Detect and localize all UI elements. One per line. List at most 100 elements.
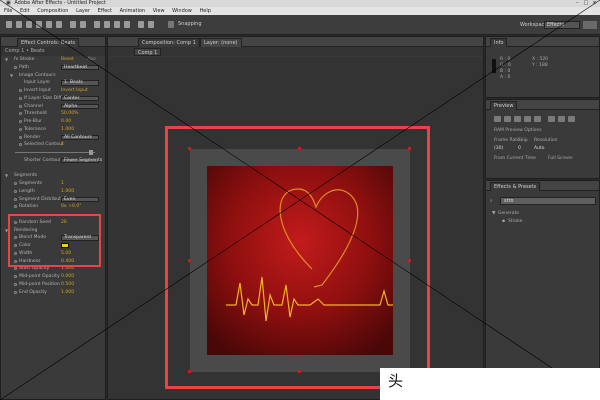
brush-tool-icon[interactable] <box>104 21 110 28</box>
menu-effect[interactable]: Effect <box>98 8 112 14</box>
property-dropdown[interactable]: 1. Beats <box>61 80 99 86</box>
property-value[interactable]: 1 <box>61 180 64 188</box>
from-current-time-checkbox[interactable]: From Current Time <box>494 156 536 161</box>
stopwatch-icon[interactable] <box>14 275 17 278</box>
type-tool-icon[interactable] <box>94 21 100 28</box>
rotate-tool-icon[interactable] <box>36 21 42 28</box>
stopwatch-icon[interactable] <box>19 104 22 108</box>
stopwatch-icon[interactable] <box>19 112 22 116</box>
menu-window[interactable]: Window <box>172 8 192 14</box>
menu-view[interactable]: View <box>153 8 165 14</box>
tab-preview[interactable]: Preview <box>490 101 518 110</box>
audio-button[interactable] <box>548 116 555 122</box>
zoom-tool-icon[interactable] <box>26 21 32 28</box>
resolution-select[interactable]: Auto <box>534 146 544 151</box>
prev-frame-button[interactable] <box>504 116 511 122</box>
stopwatch-icon[interactable] <box>14 267 17 271</box>
frame-rate-select[interactable]: (30) <box>494 146 503 151</box>
property-dropdown[interactable]: All Contours <box>61 134 99 140</box>
tab-info[interactable]: Info <box>490 38 508 47</box>
next-frame-button[interactable] <box>524 116 531 122</box>
property-value[interactable]: 1.000 <box>61 289 74 297</box>
stopwatch-icon[interactable] <box>14 65 17 69</box>
puppet-tool-icon[interactable] <box>148 21 154 28</box>
stopwatch-icon[interactable] <box>14 282 17 286</box>
menu-file[interactable]: File <box>4 8 12 14</box>
ram-preview-button[interactable] <box>568 116 575 122</box>
tab-effect-controls[interactable]: Effect Controls: Beats <box>17 38 80 47</box>
hand-tool-icon[interactable] <box>16 21 22 28</box>
shape-tool-icon[interactable] <box>70 21 76 28</box>
slider-track[interactable] <box>15 152 95 153</box>
full-screen-checkbox[interactable]: Full Screen <box>548 156 573 161</box>
property-value[interactable]: Invert Input <box>61 87 88 95</box>
stopwatch-icon[interactable] <box>19 135 22 139</box>
property-value[interactable]: 0x +0.0° <box>61 203 82 211</box>
about-link[interactable]: Abo <box>87 56 96 64</box>
property-row: End Opacity 1.000 <box>1 289 105 297</box>
camera-tool-icon[interactable] <box>46 21 52 28</box>
menu-layer[interactable]: Layer <box>76 8 90 14</box>
menu-animation[interactable]: Animation <box>120 8 146 14</box>
comp-1-subtab[interactable]: Comp 1 <box>134 48 162 56</box>
property-value[interactable]: 0.00 <box>61 118 71 126</box>
property-label: Length <box>19 188 35 194</box>
property-value[interactable]: 50.00% <box>61 110 79 118</box>
menu-edit[interactable]: Edit <box>20 8 30 14</box>
stopwatch-icon[interactable] <box>19 89 22 92</box>
property-dropdown[interactable]: Even <box>61 196 99 202</box>
tab-effects-presets[interactable]: Effects & Presets <box>490 182 541 191</box>
pen-tool-icon[interactable] <box>80 21 86 28</box>
snapping-checkbox[interactable] <box>168 21 174 28</box>
maximize-button[interactable]: □ <box>582 0 589 7</box>
stopwatch-icon[interactable] <box>14 205 17 209</box>
stopwatch-icon[interactable] <box>19 96 22 100</box>
stopwatch-icon[interactable] <box>19 120 22 123</box>
stopwatch-icon[interactable] <box>14 290 17 294</box>
contour-slider[interactable] <box>1 149 105 157</box>
workspace-select[interactable]: Effects <box>544 21 580 29</box>
category-generate[interactable]: Generate <box>498 211 519 216</box>
disclosure-triangle-icon[interactable]: ▼ <box>5 56 8 64</box>
disclosure-triangle-icon[interactable]: ▼ <box>5 172 8 180</box>
property-dropdown[interactable]: Center <box>61 95 99 102</box>
minimize-button[interactable]: – <box>574 0 581 7</box>
stopwatch-icon[interactable] <box>19 143 22 147</box>
tab-composition[interactable]: Composition: Comp 1 <box>138 38 200 47</box>
clone-stamp-tool-icon[interactable] <box>114 21 120 28</box>
first-frame-button[interactable] <box>494 116 501 122</box>
tab-layer[interactable]: Layer: (none) <box>200 38 242 47</box>
property-value[interactable]: 0.000 <box>61 273 74 281</box>
slider-knob[interactable] <box>89 150 93 155</box>
menu-help[interactable]: Help <box>199 8 210 14</box>
stopwatch-icon[interactable] <box>14 197 17 201</box>
last-frame-button[interactable] <box>534 116 541 122</box>
property-dropdown[interactable]: Alpha <box>61 103 99 109</box>
close-button[interactable]: × <box>591 0 598 7</box>
menu-composition[interactable]: Composition <box>37 8 68 14</box>
stopwatch-icon[interactable] <box>19 127 22 131</box>
disclosure-triangle-icon[interactable]: ▼ <box>10 72 13 80</box>
category-expand-icon[interactable]: ▼ <box>492 211 495 216</box>
property-row: Invert Input Invert Input <box>1 87 105 95</box>
roto-brush-tool-icon[interactable] <box>138 21 144 28</box>
effect-item-stroke[interactable]: Stroke <box>508 219 522 224</box>
skip-select[interactable]: 0 <box>518 146 521 151</box>
property-value[interactable]: 1.000 <box>61 188 74 196</box>
composition-viewer[interactable] <box>108 57 483 399</box>
property-value[interactable]: 1.000 <box>61 126 74 134</box>
loop-button[interactable] <box>558 116 565 122</box>
property-value[interactable]: 0.500 <box>61 281 74 289</box>
pan-behind-tool-icon[interactable] <box>56 21 62 28</box>
property-dropdown[interactable]: Fewer Segments <box>61 157 102 164</box>
effects-search-input[interactable]: stro <box>500 197 596 205</box>
search-help-input[interactable] <box>583 21 597 29</box>
property-dropdown[interactable]: Heartbeat <box>61 64 99 71</box>
eraser-tool-icon[interactable] <box>124 21 130 28</box>
selection-tool-icon[interactable] <box>6 21 12 28</box>
play-button[interactable] <box>514 116 521 122</box>
stopwatch-icon[interactable] <box>14 189 17 193</box>
stopwatch-icon[interactable] <box>14 182 17 185</box>
property-value[interactable]: 1 <box>61 141 64 149</box>
reset-link[interactable]: Reset <box>61 56 74 64</box>
